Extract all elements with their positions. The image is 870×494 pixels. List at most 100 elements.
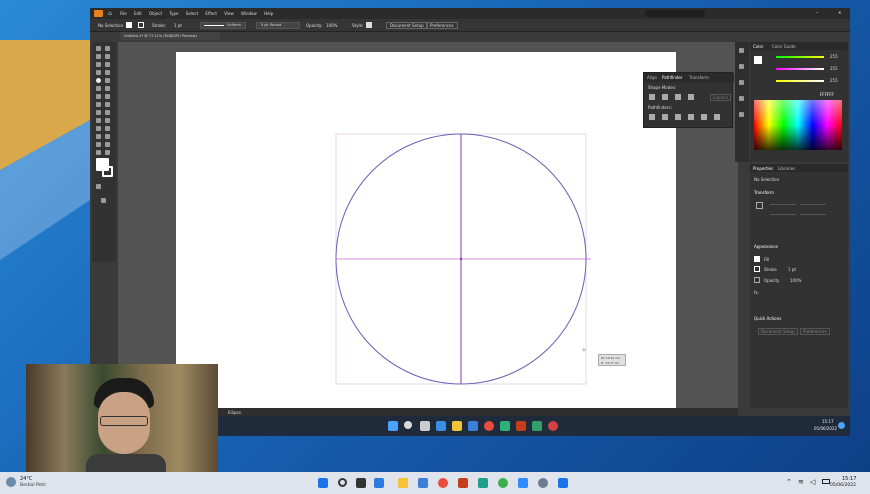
inner-store-icon[interactable] xyxy=(468,421,478,431)
pathfinder-trim-icon[interactable] xyxy=(662,114,668,120)
perspective-grid-tool-icon[interactable] xyxy=(105,110,110,115)
variable-width-dropdown[interactable]: Uniform xyxy=(200,22,246,29)
tab-color[interactable]: Color xyxy=(753,44,763,49)
inner-search-icon[interactable] xyxy=(404,421,412,429)
dock-swatches-icon[interactable] xyxy=(739,96,744,101)
slider-g[interactable] xyxy=(776,68,824,70)
widgets-icon[interactable] xyxy=(374,478,384,488)
ms-store-icon[interactable] xyxy=(418,478,428,488)
fill-swatch[interactable] xyxy=(126,22,132,28)
style-swatch[interactable] xyxy=(366,22,372,28)
tray-chevron-icon[interactable]: ⌃ xyxy=(786,478,792,486)
menu-select[interactable]: Select xyxy=(186,11,198,16)
window-minimize-button[interactable]: – xyxy=(816,10,818,15)
expand-button[interactable]: Expand xyxy=(710,94,731,101)
document-setup-button[interactable]: Document Setup xyxy=(386,22,428,29)
menu-view[interactable]: View xyxy=(224,11,234,16)
slice-tool-icon[interactable] xyxy=(105,142,110,147)
dock-brushes-icon[interactable] xyxy=(739,112,744,117)
x-field[interactable] xyxy=(770,200,796,205)
volume-icon[interactable]: ◁ xyxy=(810,478,815,486)
pathfinder-merge-icon[interactable] xyxy=(675,114,681,120)
opacity-value-field[interactable]: 100% xyxy=(326,23,337,28)
curvature-tool-icon[interactable] xyxy=(105,62,110,67)
free-transform-tool-icon[interactable] xyxy=(105,102,110,107)
inner-ppt-icon[interactable] xyxy=(516,421,526,431)
whatsapp-icon[interactable] xyxy=(498,478,508,488)
pathfinder-outline-icon[interactable] xyxy=(701,114,707,120)
dock-properties-icon[interactable] xyxy=(739,48,744,53)
scale-tool-icon[interactable] xyxy=(105,94,110,99)
mesh-tool-icon[interactable] xyxy=(96,118,101,123)
value-r[interactable]: 255 xyxy=(830,54,838,59)
inner-notification-icon[interactable] xyxy=(838,422,845,429)
remote-desktop-icon[interactable] xyxy=(558,478,568,488)
paintbrush-tool-icon[interactable] xyxy=(105,78,110,83)
ellipse-tool-icon[interactable] xyxy=(96,78,101,83)
line-tool-icon[interactable] xyxy=(105,70,110,75)
battery-icon[interactable] xyxy=(822,479,830,484)
stroke-value-prop[interactable]: 1 pt xyxy=(788,267,796,272)
graph-tool-icon[interactable] xyxy=(105,134,110,139)
shape-builder-tool-icon[interactable] xyxy=(96,110,101,115)
direct-selection-tool-icon[interactable] xyxy=(105,46,110,51)
inner-chrome-icon[interactable] xyxy=(484,421,494,431)
color-spectrum[interactable] xyxy=(754,100,842,150)
fill-color-swatch[interactable] xyxy=(754,56,762,64)
slider-b[interactable] xyxy=(776,80,824,82)
blend-tool-icon[interactable] xyxy=(105,126,110,131)
tab-color-guide[interactable]: Color Guide xyxy=(772,44,795,49)
value-g[interactable]: 255 xyxy=(830,66,838,71)
rotate-tool-icon[interactable] xyxy=(96,94,101,99)
eraser-tool-icon[interactable] xyxy=(105,86,110,91)
qa-document-setup-button[interactable]: Document Setup xyxy=(758,328,798,335)
y-field[interactable] xyxy=(800,200,826,205)
inner-edge-icon[interactable] xyxy=(500,421,510,431)
shape-mode-intersect-icon[interactable] xyxy=(675,94,681,100)
stroke-value-field[interactable]: 1 pt xyxy=(174,23,182,28)
tab-libraries[interactable]: Libraries xyxy=(778,166,795,171)
hex-value[interactable]: FFFFFF xyxy=(820,92,834,97)
menu-help[interactable]: Help xyxy=(264,11,273,16)
wifi-icon[interactable]: ≋ xyxy=(798,478,804,486)
powerpoint-icon[interactable] xyxy=(458,478,468,488)
pencil-tool-icon[interactable] xyxy=(96,86,101,91)
fill-swatch-prop[interactable] xyxy=(754,256,760,262)
brush-dropdown[interactable]: 5 pt. Round xyxy=(256,22,300,29)
document-tab[interactable]: Untitled-1* @ 77.11% (RGB/GPU Preview) xyxy=(120,32,220,40)
slider-r[interactable] xyxy=(776,56,824,58)
inner-explorer-icon[interactable] xyxy=(452,421,462,431)
type-tool-icon[interactable] xyxy=(96,70,101,75)
stroke-swatch[interactable] xyxy=(138,22,144,28)
clock-time[interactable]: 15:17 xyxy=(842,476,856,482)
qa-preferences-button[interactable]: Preferences xyxy=(800,328,830,335)
menu-edit[interactable]: Edit xyxy=(134,11,142,16)
shape-mode-unite-icon[interactable] xyxy=(649,94,655,100)
h-field[interactable] xyxy=(800,210,826,215)
preferences-button[interactable]: Preferences xyxy=(426,22,458,29)
screen-mode-icon[interactable] xyxy=(101,198,106,203)
w-field[interactable] xyxy=(770,210,796,215)
tab-align[interactable]: Align xyxy=(647,75,657,80)
window-close-button[interactable]: ✕ xyxy=(838,10,841,15)
tab-transform[interactable]: Transform xyxy=(689,75,709,80)
fx-button[interactable]: fx. xyxy=(754,290,759,295)
dock-app-icon[interactable] xyxy=(478,478,488,488)
menu-window[interactable]: Window xyxy=(241,11,257,16)
artboard-tool-icon[interactable] xyxy=(96,142,101,147)
opacity-value-prop[interactable]: 100% xyxy=(790,278,801,283)
search-field[interactable] xyxy=(645,10,705,17)
inner-taskview-icon[interactable] xyxy=(420,421,430,431)
weather-temp[interactable]: 24°C xyxy=(20,476,32,482)
symbol-sprayer-tool-icon[interactable] xyxy=(96,134,101,139)
tab-properties[interactable]: Properties xyxy=(753,166,773,171)
menu-object[interactable]: Object xyxy=(149,11,162,16)
stroke-indicator[interactable] xyxy=(102,166,113,177)
inner-start-icon[interactable] xyxy=(388,421,398,431)
menu-type[interactable]: Type xyxy=(169,11,178,16)
pathfinder-minus-back-icon[interactable] xyxy=(714,114,720,120)
taskview-icon[interactable] xyxy=(356,478,366,488)
file-explorer-icon[interactable] xyxy=(398,478,408,488)
stroke-swatch-prop[interactable] xyxy=(754,266,760,272)
pathfinder-crop-icon[interactable] xyxy=(688,114,694,120)
